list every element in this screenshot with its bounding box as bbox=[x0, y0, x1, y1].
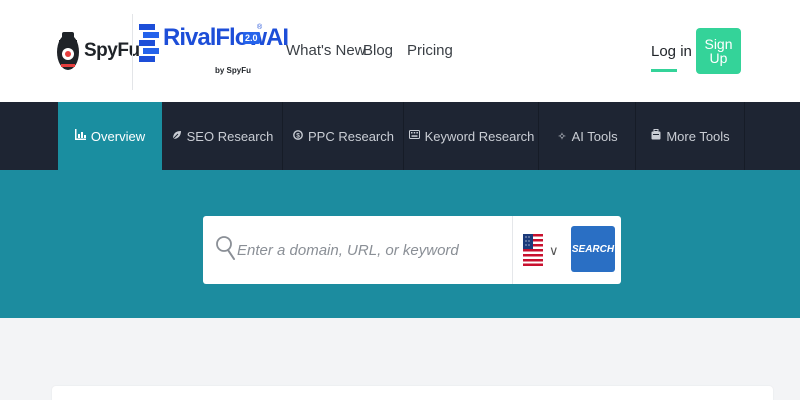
bar-chart-icon bbox=[74, 129, 86, 143]
chevron-down-icon: ∨ bbox=[549, 243, 559, 258]
tab-seo-research[interactable]: SEO Research bbox=[163, 102, 283, 170]
rivalflow-mark-icon bbox=[139, 24, 159, 62]
registered-mark: ® bbox=[257, 24, 263, 31]
search-button[interactable]: SEARCH bbox=[571, 226, 615, 272]
tool-navigation: Overview SEO Research $ PPC Research Key… bbox=[0, 102, 800, 170]
rivalflow-logo[interactable]: RivalFlowAI 2.0 ® by SpyFu bbox=[137, 20, 289, 82]
signup-button[interactable]: Sign Up bbox=[696, 28, 741, 74]
leaf-icon bbox=[172, 130, 182, 143]
tab-keyword-research[interactable]: Keyword Research bbox=[405, 102, 539, 170]
nav-whats-new[interactable]: What's New bbox=[286, 42, 366, 59]
us-flag-icon bbox=[523, 234, 543, 266]
ppc-icon: $ bbox=[293, 129, 303, 143]
search-box: ∨ SEARCH bbox=[203, 216, 621, 284]
search-input[interactable] bbox=[237, 230, 507, 270]
tab-label: More Tools bbox=[666, 128, 730, 144]
svg-text:$: $ bbox=[296, 132, 300, 139]
nav-blog[interactable]: Blog bbox=[363, 42, 393, 59]
sparkle-icon: ✧ bbox=[557, 130, 567, 143]
tab-label: PPC Research bbox=[308, 128, 394, 144]
spyfu-logo[interactable]: SpyFu bbox=[56, 26, 140, 76]
tab-overview[interactable]: Overview bbox=[58, 102, 162, 170]
toolbox-icon bbox=[651, 129, 661, 143]
logo-divider bbox=[132, 14, 133, 90]
rivalflow-version-badge: 2.0 bbox=[243, 32, 260, 44]
top-header: SpyFu RivalFlowAI 2.0 ® by SpyFu What's … bbox=[0, 0, 800, 102]
spyfu-spy-icon bbox=[57, 32, 79, 70]
nav-pricing[interactable]: Pricing bbox=[407, 42, 453, 59]
keyboard-icon bbox=[408, 130, 420, 142]
hero-search-section: ∨ SEARCH bbox=[0, 170, 800, 318]
tab-label: Keyword Research bbox=[424, 128, 535, 144]
country-select[interactable]: ∨ bbox=[512, 216, 568, 284]
search-icon bbox=[216, 236, 235, 260]
tab-more-tools[interactable]: More Tools bbox=[637, 102, 745, 170]
tab-label: Overview bbox=[90, 128, 146, 144]
rivalflow-logo-text: RivalFlowAI bbox=[163, 24, 289, 51]
tab-label: SEO Research bbox=[186, 128, 274, 144]
tab-ppc-research[interactable]: $ PPC Research bbox=[284, 102, 404, 170]
login-underline bbox=[651, 69, 677, 72]
rivalflow-by-text: by SpyFu bbox=[215, 66, 252, 75]
login-link[interactable]: Log in bbox=[651, 43, 692, 60]
tab-ai-tools[interactable]: ✧ AI Tools bbox=[540, 102, 636, 170]
tab-label: AI Tools bbox=[571, 128, 618, 144]
content-card bbox=[52, 386, 773, 400]
